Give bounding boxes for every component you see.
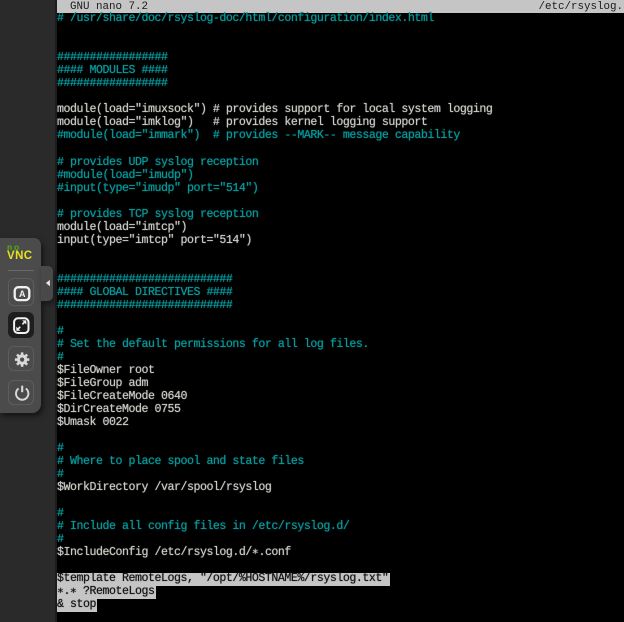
svg-text:A: A xyxy=(18,288,25,298)
